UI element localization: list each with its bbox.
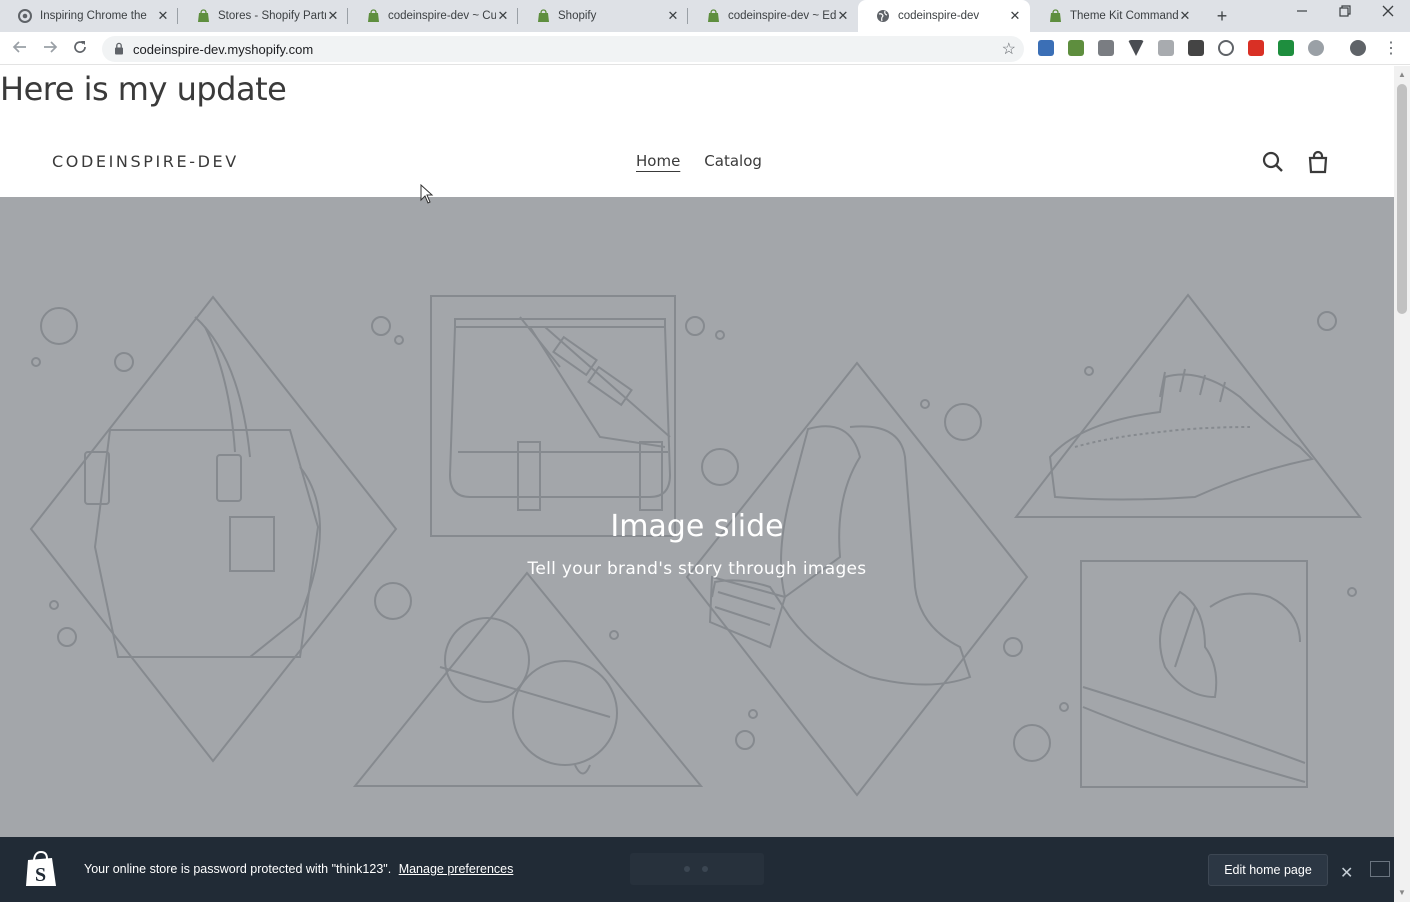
store-page: Here is my update CODEINSPIRE-DEV Home C… (0, 66, 1394, 902)
nav-link-catalog[interactable]: Catalog (704, 152, 762, 170)
forward-arrow-icon (44, 41, 58, 53)
close-admin-bar-icon[interactable]: ✕ (1340, 863, 1353, 883)
slideshow-pagination[interactable] (630, 853, 764, 885)
back-button[interactable] (11, 39, 29, 57)
hero-slideshow[interactable]: Image slide Tell your brand's story thro… (0, 197, 1394, 837)
shopify-bag-icon: S (24, 850, 58, 893)
tab-title: codeinspire-dev ~ Ed (728, 10, 836, 22)
extension-green-icon[interactable] (1278, 40, 1294, 56)
tab-inspiring-chrome[interactable]: Inspiring Chrome the ✕ (0, 0, 178, 32)
tab-codeinspire-dev-active[interactable]: codeinspire-dev ✕ (858, 0, 1030, 32)
address-bar[interactable]: codeinspire-dev.myshopify.com ☆ (102, 36, 1024, 62)
minimize-admin-bar-icon[interactable] (1370, 861, 1390, 877)
shopify-icon (536, 9, 550, 23)
extension-clock-icon[interactable] (1218, 40, 1234, 56)
shopify-icon (366, 9, 380, 23)
close-window-button[interactable] (1376, 4, 1400, 20)
scrollbar-thumb[interactable] (1397, 84, 1407, 314)
scroll-up-icon[interactable]: ▲ (1398, 70, 1406, 79)
browser-tab-strip: Inspiring Chrome the ✕ Stores - Shopify … (0, 0, 1410, 32)
minimize-icon (1297, 10, 1307, 12)
restore-icon (1339, 5, 1351, 17)
url-text: codeinspire-dev.myshopify.com (133, 42, 314, 57)
store-logo[interactable]: CODEINSPIRE-DEV (52, 152, 239, 171)
extension-vue-icon[interactable] (1128, 40, 1144, 56)
shopify-icon (706, 9, 720, 23)
extension-square-icon[interactable] (1188, 40, 1204, 56)
tab-theme-kit-commands[interactable]: Theme Kit Commands ✕ (1030, 0, 1200, 32)
notice-text: Your online store is password protected … (84, 862, 392, 876)
close-icon[interactable]: ✕ (836, 8, 850, 24)
page-scrollbar[interactable]: ▲ ▼ (1394, 66, 1410, 902)
shopify-icon (196, 9, 210, 23)
tab-title: Theme Kit Commands (1070, 10, 1178, 22)
cart-bag-icon[interactable] (1306, 150, 1330, 174)
search-icon[interactable] (1261, 150, 1285, 174)
edit-home-page-button[interactable]: Edit home page (1208, 854, 1328, 886)
tab-title: Inspiring Chrome the (40, 10, 147, 22)
tab-shopify[interactable]: Shopify ✕ (518, 0, 688, 32)
tab-title: Stores - Shopify Partn (218, 10, 326, 22)
profile-avatar-icon[interactable] (1350, 40, 1366, 56)
update-heading: Here is my update (0, 70, 287, 108)
lock-icon (114, 42, 124, 60)
hero-title: Image slide (610, 509, 784, 544)
extension-red-icon[interactable] (1248, 40, 1264, 56)
reload-button[interactable] (71, 39, 89, 57)
extension-stamp-icon[interactable] (1038, 40, 1054, 56)
extension-script-icon[interactable] (1158, 40, 1174, 56)
tab-codeinspire-dev-customize[interactable]: codeinspire-dev ~ Cu ✕ (348, 0, 518, 32)
close-icon[interactable]: ✕ (326, 8, 340, 24)
nav-link-home[interactable]: Home (636, 152, 680, 170)
close-icon[interactable]: ✕ (1178, 8, 1192, 24)
tab-title: Shopify (558, 10, 597, 22)
close-window-icon (1382, 5, 1394, 17)
back-arrow-icon (12, 41, 26, 53)
slide-dot[interactable] (702, 866, 708, 872)
minimize-button[interactable] (1290, 4, 1314, 20)
bookmark-star-icon[interactable]: ☆ (1002, 39, 1016, 59)
svg-text:S: S (35, 864, 46, 886)
chrome-icon (18, 9, 32, 23)
scroll-down-icon[interactable]: ▼ (1398, 888, 1406, 897)
restore-button[interactable] (1333, 4, 1357, 20)
browser-menu-icon[interactable]: ⋮ (1383, 38, 1399, 58)
hero-subtitle: Tell your brand's story through images (527, 559, 867, 579)
slide-dot[interactable] (684, 866, 690, 872)
password-protected-notice: Your online store is password protected … (84, 862, 513, 876)
new-tab-button[interactable]: + (1212, 6, 1232, 26)
manage-preferences-link[interactable]: Manage preferences (399, 862, 514, 876)
tab-title: codeinspire-dev (898, 10, 980, 22)
close-icon[interactable]: ✕ (156, 8, 170, 24)
mouse-cursor-icon (420, 184, 434, 204)
tab-stores-shopify-partners[interactable]: Stores - Shopify Partn ✕ (178, 0, 348, 32)
close-icon[interactable]: ✕ (496, 8, 510, 24)
main-navigation: Home Catalog (636, 152, 762, 170)
shopify-icon (1048, 9, 1062, 23)
extension-camera-icon[interactable] (1098, 40, 1114, 56)
extension-shopify-icon[interactable] (1068, 40, 1084, 56)
browser-toolbar: codeinspire-dev.myshopify.com ☆ ⋮ (0, 32, 1410, 65)
tab-codeinspire-dev-edit[interactable]: codeinspire-dev ~ Ed ✕ (688, 0, 858, 32)
globe-icon (876, 9, 890, 23)
close-icon[interactable]: ✕ (666, 8, 680, 24)
shopify-admin-bar: S Your online store is password protecte… (0, 837, 1394, 902)
tab-title: codeinspire-dev ~ Cu (388, 10, 496, 22)
extension-circle-icon[interactable] (1308, 40, 1324, 56)
forward-button[interactable] (41, 39, 59, 57)
close-icon[interactable]: ✕ (1008, 8, 1022, 24)
reload-icon (74, 41, 86, 53)
